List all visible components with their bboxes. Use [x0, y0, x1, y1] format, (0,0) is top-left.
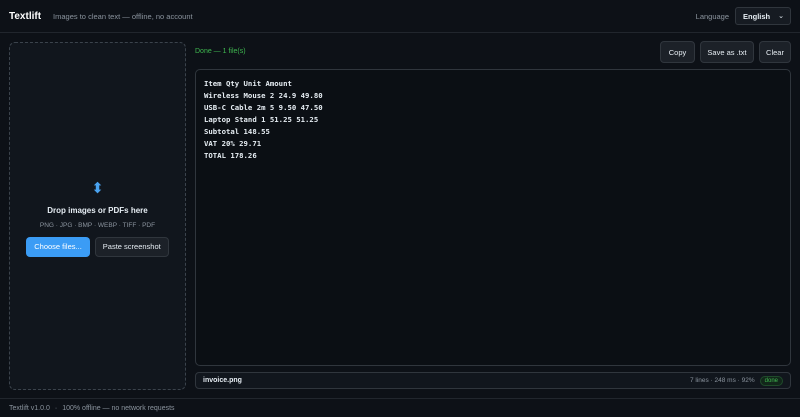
output-line: USB-C Cable 2m 5 9.50 47.50: [204, 103, 323, 112]
paste-screenshot-button[interactable]: Paste screenshot: [94, 236, 169, 257]
output-text-area[interactable]: Item Qty Unit Amount Wireless Mouse 2 24…: [195, 69, 791, 366]
copy-button[interactable]: Copy: [660, 41, 695, 63]
file-stats: 7 lines · 248 ms · 92%: [689, 377, 755, 384]
save-txt-button[interactable]: Save as .txt: [700, 41, 754, 63]
file-name: invoice.png: [203, 377, 242, 384]
chevron-down-icon: ⌄: [778, 13, 784, 20]
app-tagline: Images to clean text — offline, no accou…: [53, 11, 193, 21]
output-line: Laptop Stand 1 51.25 51.25: [204, 115, 319, 124]
app-footer: Textlift v1.0.0 · 100% offline — no netw…: [0, 398, 800, 417]
output-line: Wireless Mouse 2 24.9 49.80: [204, 91, 323, 100]
drop-zone-title: Drop images or PDFs here: [47, 205, 148, 215]
clear-button[interactable]: Clear: [759, 41, 791, 63]
drop-zone[interactable]: ⬍ Drop images or PDFs here PNG · JPG · B…: [9, 42, 186, 390]
drop-zone-actions: Choose files... Paste screenshot: [26, 236, 169, 257]
app-header: Textlift Images to clean text — offline,…: [0, 0, 800, 33]
status-message: Done — 1 file(s): [195, 48, 246, 55]
footer-separator: ·: [54, 404, 58, 412]
output-line: Subtotal 148.55: [204, 127, 270, 136]
app-brand: Textlift: [9, 10, 42, 22]
supported-formats: PNG · JPG · BMP · WEBP · TIFF · PDF: [39, 221, 156, 229]
language-control: Language English ⌄: [696, 7, 791, 25]
up-down-arrow-icon: ⬍: [91, 179, 104, 197]
language-select[interactable]: English ⌄: [735, 7, 791, 25]
output-line: Item Qty Unit Amount: [204, 79, 292, 88]
output-toolbar: Copy Save as .txt Clear: [660, 41, 791, 63]
app-version: Textlift v1.0.0: [9, 404, 50, 412]
choose-files-button[interactable]: Choose files...: [26, 236, 90, 257]
language-value: English: [743, 11, 771, 21]
status-badge: done: [759, 375, 783, 386]
offline-note: 100% offline — no network requests: [62, 404, 175, 412]
output-line: VAT 20% 29.71: [204, 139, 262, 148]
language-label: Language: [695, 11, 730, 21]
file-list-item[interactable]: invoice.png 7 lines · 248 ms · 92% done: [195, 372, 791, 389]
output-line: TOTAL 178.26: [204, 151, 257, 160]
